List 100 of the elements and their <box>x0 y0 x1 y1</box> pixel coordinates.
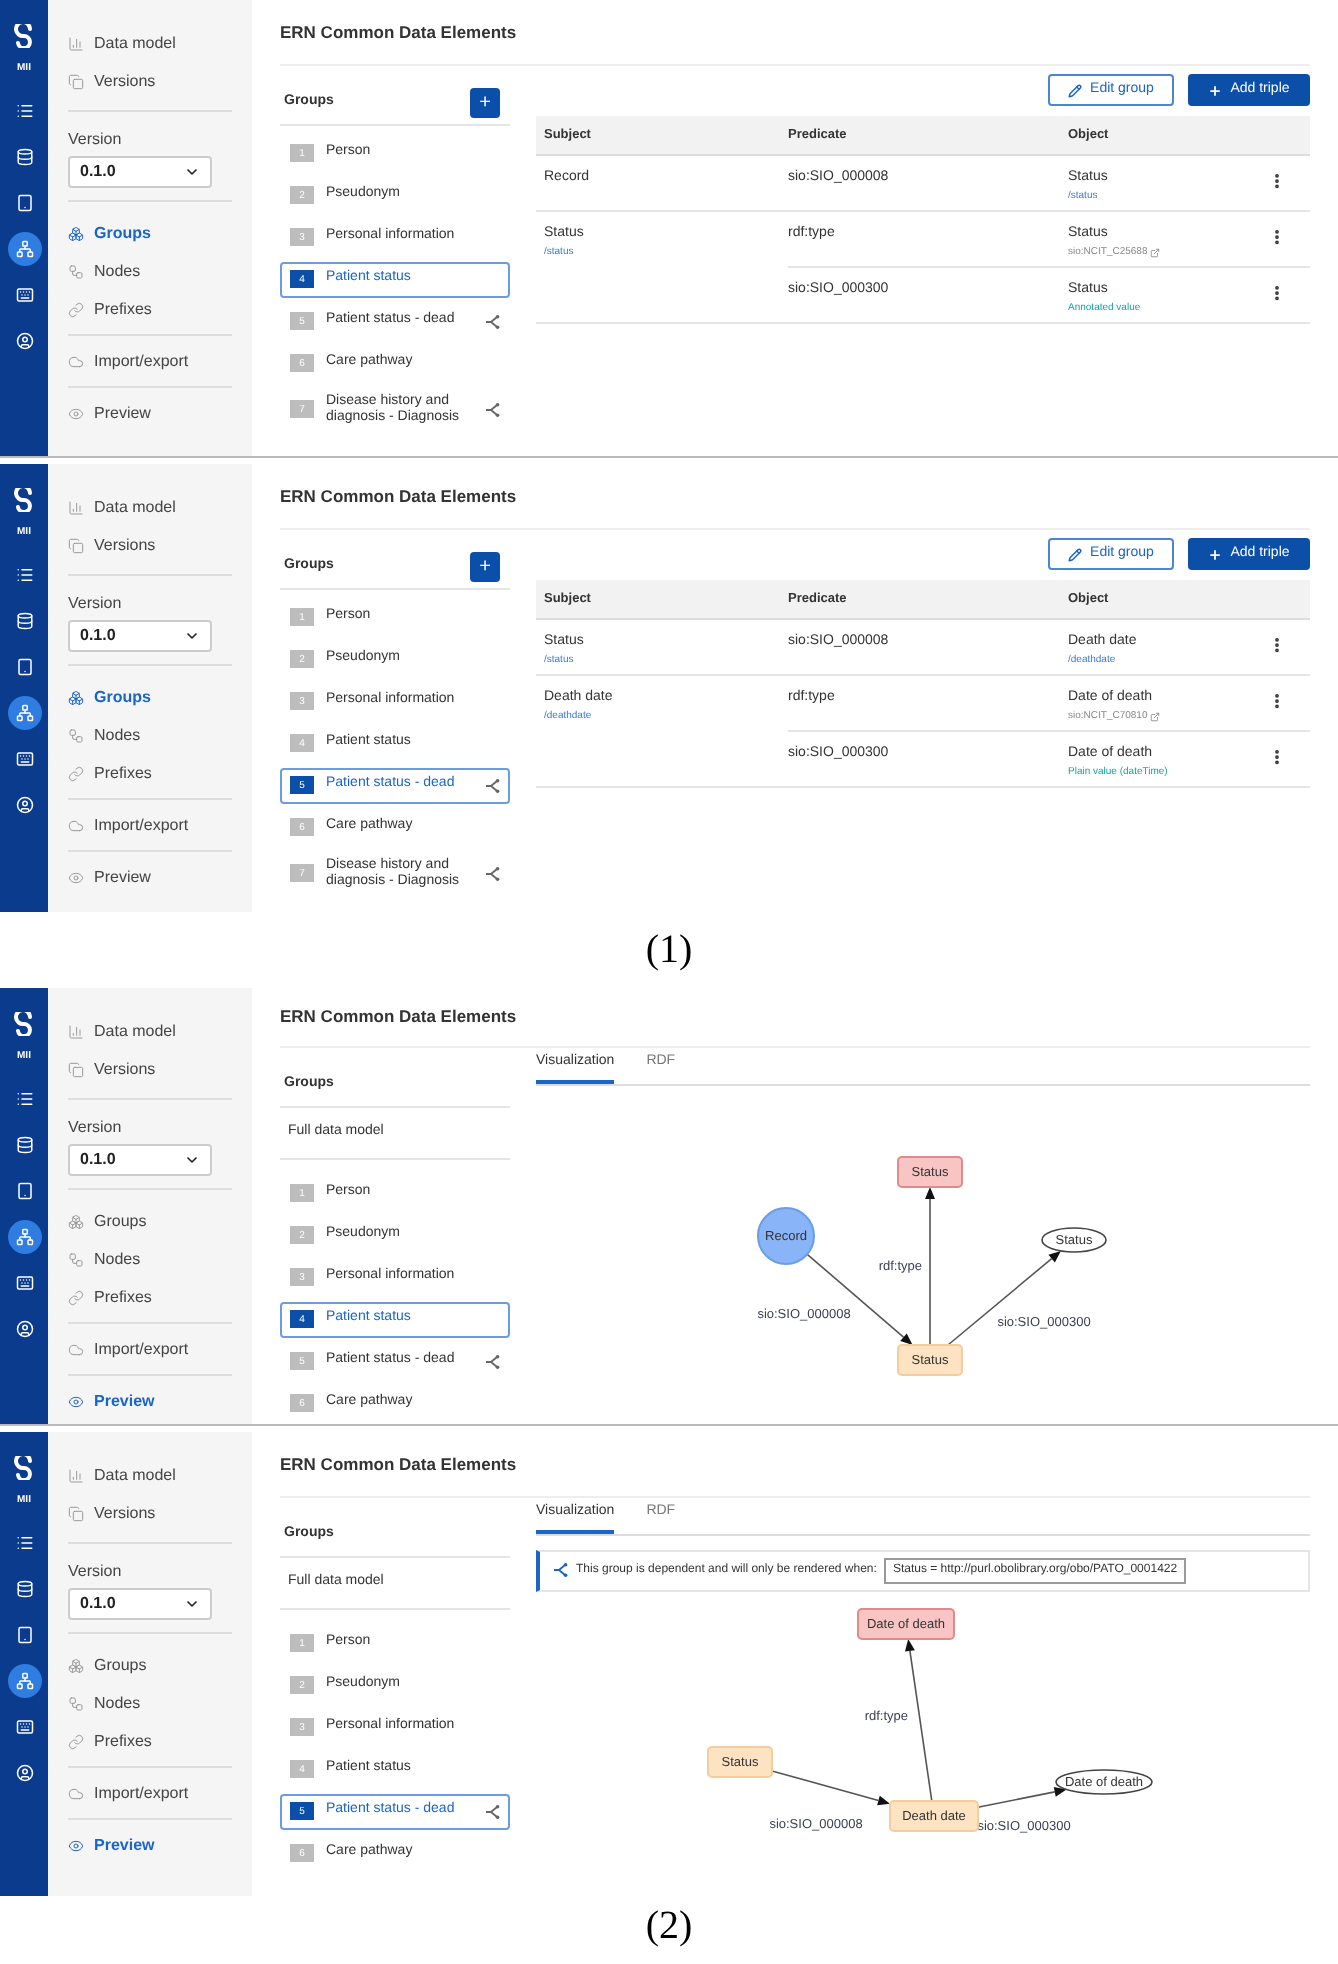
rail-button[interactable] <box>7 231 41 265</box>
nav-item[interactable]: Nodes <box>68 252 232 290</box>
nav-item[interactable]: Preview <box>68 394 232 432</box>
pencil-icon <box>1068 547 1083 561</box>
branch-icon <box>484 1353 500 1369</box>
branch-icon <box>552 1562 568 1578</box>
list-icon <box>15 565 33 583</box>
nodes-icon <box>68 263 84 279</box>
copy-icon <box>68 1505 84 1521</box>
nav-item[interactable]: Groups <box>68 214 232 252</box>
nav-item[interactable]: Prefixes <box>68 290 232 328</box>
list-icon <box>15 101 33 119</box>
nav-item[interactable]: Data model <box>68 1456 232 1494</box>
nav-item[interactable]: Import/export <box>68 1330 232 1368</box>
figure-caption: (1) <box>645 926 693 976</box>
network-icon <box>15 1671 33 1689</box>
nav-item[interactable]: Groups <box>68 1202 232 1240</box>
chart-icon <box>68 1467 84 1483</box>
pencil-icon <box>1068 83 1083 97</box>
nav-item[interactable]: Versions <box>68 1494 232 1532</box>
version-select[interactable]: 0.1.0 <box>68 620 212 652</box>
user-icon <box>15 331 33 349</box>
plus-icon <box>1208 547 1223 561</box>
add-group-button[interactable]: + <box>470 88 500 118</box>
keyboard-icon <box>15 749 33 767</box>
graph-edge <box>977 1785 1067 1807</box>
eye-icon <box>68 1393 84 1409</box>
cloud-icon <box>68 817 84 833</box>
nav-item[interactable]: Nodes <box>68 1240 232 1278</box>
database-icon <box>15 611 33 629</box>
tablet-icon <box>15 1625 33 1643</box>
plus-icon <box>1208 83 1223 97</box>
page-title: ERN Common Data Elements <box>280 1451 517 1477</box>
version-label: Version <box>68 1560 124 1584</box>
page-title: ERN Common Data Elements <box>280 483 517 509</box>
cloud-icon <box>68 1785 84 1801</box>
eye-icon <box>68 405 84 421</box>
external-link-icon <box>1149 711 1160 722</box>
nav-item[interactable]: Versions <box>68 526 232 564</box>
nav-item[interactable]: Data model <box>68 24 232 62</box>
version-label: Version <box>68 128 124 152</box>
rail-button[interactable] <box>7 695 41 729</box>
chevron-down-icon <box>184 1596 200 1612</box>
cloud-icon <box>68 1341 84 1357</box>
link-icon <box>68 765 84 781</box>
nav-item[interactable]: Preview <box>68 858 232 896</box>
copy-icon <box>68 1061 84 1077</box>
nav-item[interactable]: Nodes <box>68 1684 232 1722</box>
graph-edge <box>771 1769 890 1805</box>
version-select[interactable]: 0.1.0 <box>68 1588 212 1620</box>
keyboard-icon <box>15 285 33 303</box>
database-icon <box>15 1579 33 1597</box>
user-icon <box>15 1763 33 1781</box>
nav-item[interactable]: Import/export <box>68 1774 232 1812</box>
nodes-icon <box>68 1695 84 1711</box>
nav-item[interactable]: Groups <box>68 678 232 716</box>
tablet-icon <box>15 1181 33 1199</box>
nav-item[interactable]: Data model <box>68 1012 232 1050</box>
chevron-down-icon <box>184 628 200 644</box>
branch-icon <box>484 401 500 418</box>
chart-icon <box>68 1023 84 1039</box>
user-icon <box>15 795 33 813</box>
eye-icon <box>68 869 84 885</box>
version-select[interactable]: 0.1.0 <box>68 1144 212 1176</box>
nav-item[interactable]: Nodes <box>68 716 232 754</box>
version-label: Version <box>68 592 124 616</box>
add-group-button[interactable]: + <box>470 552 500 582</box>
tablet-icon <box>15 657 33 675</box>
branch-icon <box>484 777 500 793</box>
nav-item[interactable]: Versions <box>68 62 232 100</box>
nav-item[interactable]: Import/export <box>68 806 232 844</box>
nav-item[interactable]: Prefixes <box>68 754 232 792</box>
network-icon <box>15 1227 33 1245</box>
nav-item[interactable]: Prefixes <box>68 1278 232 1316</box>
chart-icon <box>68 35 84 51</box>
nav-item[interactable]: Versions <box>68 1050 232 1088</box>
user-icon <box>15 1319 33 1337</box>
database-icon <box>15 1135 33 1153</box>
groups-icon <box>68 689 84 705</box>
figure-caption: (2) <box>645 1902 693 1952</box>
nav-item[interactable]: Prefixes <box>68 1722 232 1760</box>
chart-icon <box>68 499 84 515</box>
cloud-icon <box>68 353 84 369</box>
groups-icon <box>68 1213 84 1229</box>
nav-item[interactable]: Data model <box>68 488 232 526</box>
nav-item[interactable]: Import/export <box>68 342 232 380</box>
link-icon <box>68 301 84 317</box>
chevron-down-icon <box>184 164 200 180</box>
external-link-icon <box>1149 247 1160 258</box>
version-select[interactable]: 0.1.0 <box>68 156 212 188</box>
nav-item[interactable]: Groups <box>68 1646 232 1684</box>
network-icon <box>15 703 33 721</box>
nav-item[interactable]: Preview <box>68 1382 232 1420</box>
database-icon <box>15 147 33 165</box>
rail-button[interactable] <box>7 1219 41 1253</box>
nav-item[interactable]: Preview <box>68 1826 232 1864</box>
list-icon <box>15 1089 33 1107</box>
page-title: ERN Common Data Elements <box>280 1004 517 1030</box>
tablet-icon <box>15 193 33 211</box>
rail-button[interactable] <box>7 1663 41 1697</box>
